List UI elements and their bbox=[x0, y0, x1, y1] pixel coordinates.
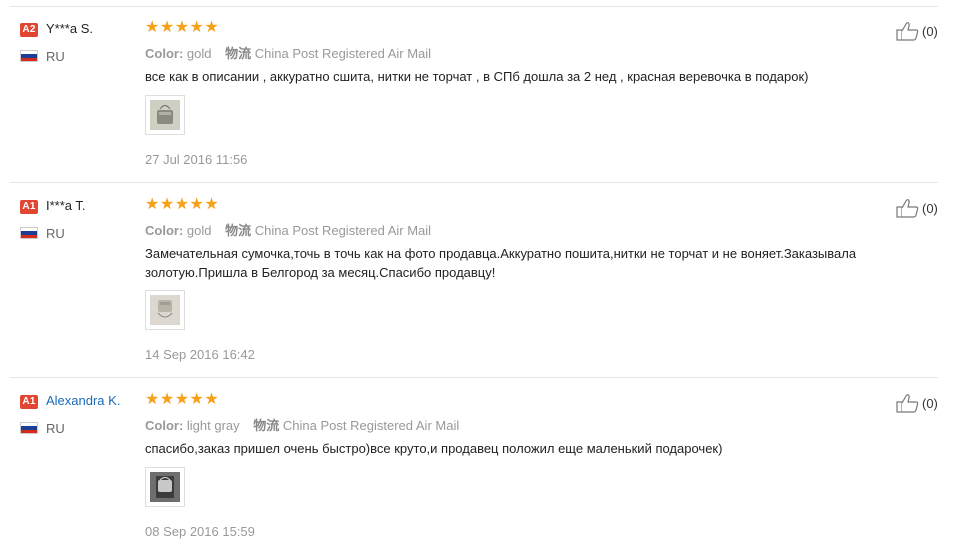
color-value: gold bbox=[186, 46, 212, 61]
color-value: light gray bbox=[186, 418, 240, 433]
helpful-button[interactable]: (0) bbox=[896, 198, 938, 218]
helpful-count: (0) bbox=[922, 23, 938, 39]
rating-stars: ★★★★★ bbox=[145, 196, 220, 213]
rating-stars: ★★★★★ bbox=[145, 391, 220, 408]
bag-photo-icon bbox=[150, 472, 180, 502]
thumbs-up-icon bbox=[896, 22, 919, 41]
thumbs-up-icon bbox=[896, 394, 919, 413]
reviewer-country: RU bbox=[46, 226, 65, 241]
divider bbox=[10, 6, 938, 7]
color-label: Color: bbox=[145, 223, 184, 238]
order-info: Color: light gray 物流 China Post Register… bbox=[145, 415, 459, 434]
review-date: 08 Sep 2016 15:59 bbox=[145, 524, 255, 539]
review-date: 27 Jul 2016 11:56 bbox=[145, 152, 248, 167]
logistics-label: 物流 bbox=[253, 418, 280, 433]
helpful-button[interactable]: (0) bbox=[896, 393, 938, 413]
review-photo-thumbnail[interactable] bbox=[145, 95, 185, 135]
reviewer-country: RU bbox=[46, 49, 65, 64]
logistics-value: China Post Registered Air Mail bbox=[282, 418, 460, 433]
review-text: Замечательная сумочка,точь в точь как на… bbox=[145, 246, 857, 280]
helpful-count: (0) bbox=[922, 395, 938, 411]
rating-stars: ★★★★★ bbox=[145, 19, 220, 36]
divider bbox=[10, 182, 938, 183]
helpful-count: (0) bbox=[922, 200, 938, 216]
bag-photo-icon bbox=[150, 100, 180, 130]
buyer-level-badge: A2 bbox=[20, 23, 38, 37]
reviewer-name: I***a T. bbox=[46, 198, 86, 213]
logistics-value: China Post Registered Air Mail bbox=[254, 46, 432, 61]
russia-flag-icon bbox=[20, 422, 38, 434]
buyer-level-badge: A1 bbox=[20, 395, 38, 409]
color-value: gold bbox=[186, 223, 212, 238]
review-text: все как в описании , аккуратно сшита, ни… bbox=[145, 69, 809, 84]
order-info: Color: gold 物流 China Post Registered Air… bbox=[145, 220, 431, 239]
review-text: спасибо,заказ пришел очень быстро)все кр… bbox=[145, 441, 723, 456]
russia-flag-icon bbox=[20, 227, 38, 239]
russia-flag-icon bbox=[20, 50, 38, 62]
review-photo-thumbnail[interactable] bbox=[145, 290, 185, 330]
order-info: Color: gold 物流 China Post Registered Air… bbox=[145, 43, 431, 62]
logistics-value: China Post Registered Air Mail bbox=[254, 223, 432, 238]
buyer-level-badge: A1 bbox=[20, 200, 38, 214]
reviewer-name-link[interactable]: Alexandra K. bbox=[46, 393, 120, 408]
review-date: 14 Sep 2016 16:42 bbox=[145, 347, 255, 362]
color-label: Color: bbox=[145, 46, 184, 61]
thumbs-up-icon bbox=[896, 199, 919, 218]
review-photo-thumbnail[interactable] bbox=[145, 467, 185, 507]
helpful-button[interactable]: (0) bbox=[896, 21, 938, 41]
reviewer-name: Y***a S. bbox=[46, 21, 93, 36]
bag-photo-icon bbox=[150, 295, 180, 325]
logistics-label: 物流 bbox=[225, 46, 252, 61]
divider bbox=[10, 377, 938, 378]
logistics-label: 物流 bbox=[225, 223, 252, 238]
color-label: Color: bbox=[145, 418, 184, 433]
reviewer-country: RU bbox=[46, 421, 65, 436]
